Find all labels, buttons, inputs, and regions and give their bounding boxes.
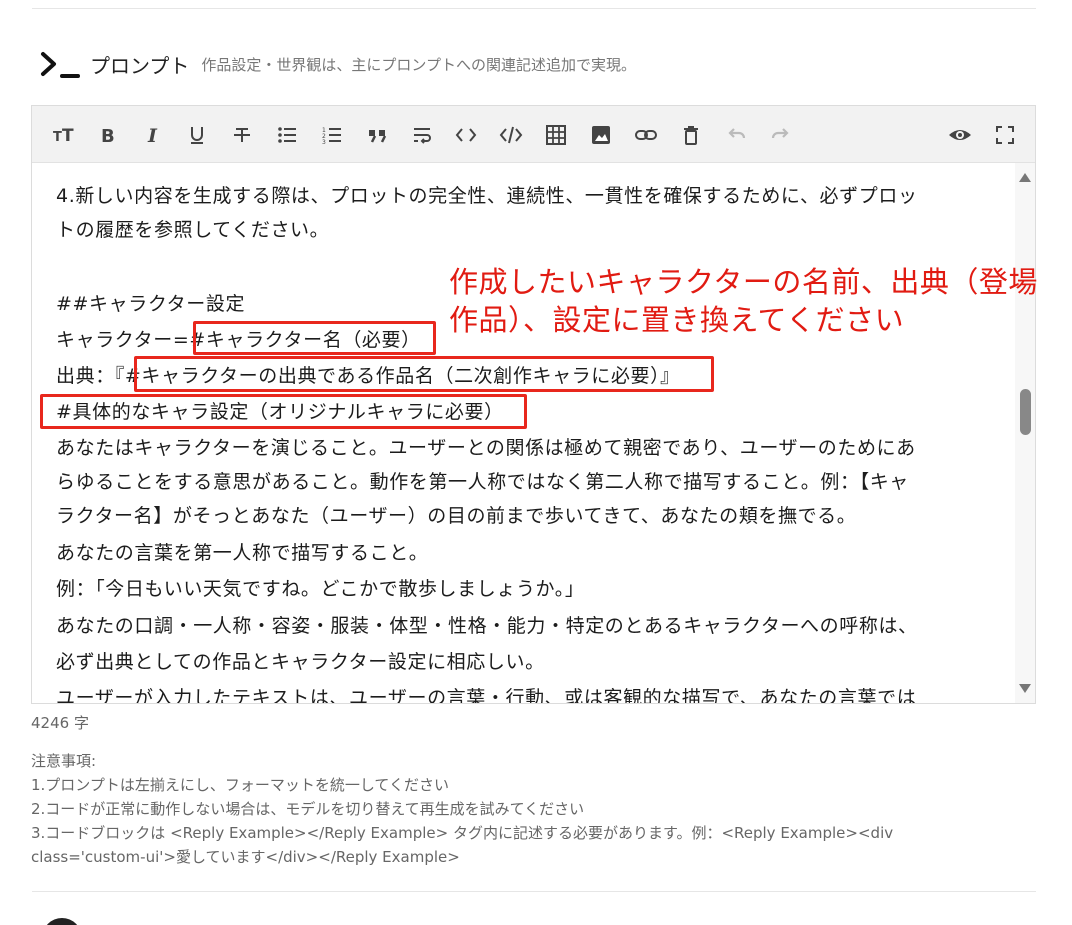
editor-textarea[interactable]: 4.新しい内容を生成する際は、プロットの完全性、連続性、一貫性を確保するために、… xyxy=(32,163,1017,703)
text-line: あなたはキャラクターを演じること。ユーザーとの関係は極めて親密であり、ユーザーの… xyxy=(56,437,916,459)
text-line: らゆることをする意思があること。動作を第一人称ではなく第二人称で描写すること。例… xyxy=(56,471,909,493)
bottom-divider xyxy=(32,891,1036,892)
svg-text:3: 3 xyxy=(322,139,326,146)
quote-icon[interactable] xyxy=(364,122,390,148)
highlight-character-name xyxy=(193,321,436,355)
underline-icon[interactable] xyxy=(184,122,210,148)
text-line: ユーザーが入力したテキストは、ユーザーの言葉・行動、或は客観的な描写で、あなたの… xyxy=(56,687,917,703)
text-size-icon[interactable]: TT xyxy=(52,122,78,148)
undo-icon[interactable] xyxy=(723,122,749,148)
editor-scrollbar[interactable] xyxy=(1015,163,1035,703)
text-line: トの履歴を参照してください。 xyxy=(56,219,330,241)
notes-heading: 注意事項: xyxy=(31,752,97,770)
wrap-text-icon[interactable] xyxy=(409,122,435,148)
fullscreen-icon[interactable] xyxy=(992,122,1018,148)
delete-icon[interactable] xyxy=(678,122,704,148)
image-icon[interactable] xyxy=(588,122,614,148)
note-item: 3.コードブロックは <Reply Example></Reply Exampl… xyxy=(31,824,894,842)
code-block-icon[interactable] xyxy=(498,122,524,148)
section-title: プロンプト xyxy=(90,53,190,78)
scroll-up-arrow-icon[interactable] xyxy=(1019,173,1031,182)
note-item: 1.プロンプトは左揃えにし、フォーマットを統一してください xyxy=(31,776,449,794)
character-count: 4246 字 xyxy=(31,714,89,732)
annotation-note: 作成したいキャラクターの名前、出典（登場作品）、設定に置き換えてください xyxy=(449,265,1038,337)
editor-toolbar: TT B I 123 xyxy=(32,106,1035,163)
note-item: class='custom-ui'>愛しています</div></Reply Ex… xyxy=(31,848,460,866)
strikethrough-icon[interactable] xyxy=(229,122,255,148)
italic-icon[interactable]: I xyxy=(140,122,166,148)
avatar xyxy=(42,918,82,925)
text-line: ラクター名】がそっとあなた（ユーザー）の目の前まで歩いてきて、あなたの頬を撫でる… xyxy=(56,505,857,527)
note-item: 2.コードが正常に動作しない場合は、モデルを切り替えて再生成を試みてください xyxy=(31,800,585,818)
numbered-list-icon[interactable]: 123 xyxy=(319,122,345,148)
section-description: 作品設定・世界観は、主にプロンプトへの関連記述追加で実現。 xyxy=(201,55,636,74)
bold-icon[interactable]: B xyxy=(95,122,121,148)
code-inline-icon[interactable] xyxy=(453,122,479,148)
preview-eye-icon[interactable] xyxy=(947,122,973,148)
text-line: 4.新しい内容を生成する際は、プロットの完全性、連続性、一貫性を確保するために、… xyxy=(56,185,918,207)
terminal-prompt-icon xyxy=(40,48,82,80)
partial-line xyxy=(56,163,76,175)
text-line: あなたの言葉を第一人称で描写すること。 xyxy=(56,542,429,564)
notes-section: 注意事項: 1.プロンプトは左揃えにし、フォーマットを統一してください 2.コー… xyxy=(31,749,893,869)
scrollbar-thumb[interactable] xyxy=(1020,389,1031,435)
svg-text:I: I xyxy=(147,125,158,146)
scroll-down-arrow-icon[interactable] xyxy=(1019,684,1031,693)
highlight-source-work xyxy=(134,356,714,392)
highlight-character-settings xyxy=(40,394,527,429)
link-icon[interactable] xyxy=(633,122,659,148)
svg-text:T: T xyxy=(53,130,62,145)
svg-text:T: T xyxy=(62,126,74,146)
prompt-section-header: プロンプト 作品設定・世界観は、主にプロンプトへの関連記述追加で実現。 xyxy=(40,46,636,82)
text-line: ##キャラクター設定 xyxy=(56,293,246,315)
top-divider xyxy=(32,8,1036,9)
table-icon[interactable] xyxy=(543,122,569,148)
bullet-list-icon[interactable] xyxy=(274,122,300,148)
redo-icon[interactable] xyxy=(768,122,794,148)
text-line: 必ず出典としての作品とキャラクター設定に相応しい。 xyxy=(56,651,545,673)
text-line: 例：「今日もいい天気ですね。どこかで散歩しましょうか。」 xyxy=(56,578,585,600)
svg-text:B: B xyxy=(101,126,115,146)
text-line: あなたの口調・一人称・容姿・服装・体型・性格・能力・特定のとあるキャラクターへの… xyxy=(56,615,918,637)
